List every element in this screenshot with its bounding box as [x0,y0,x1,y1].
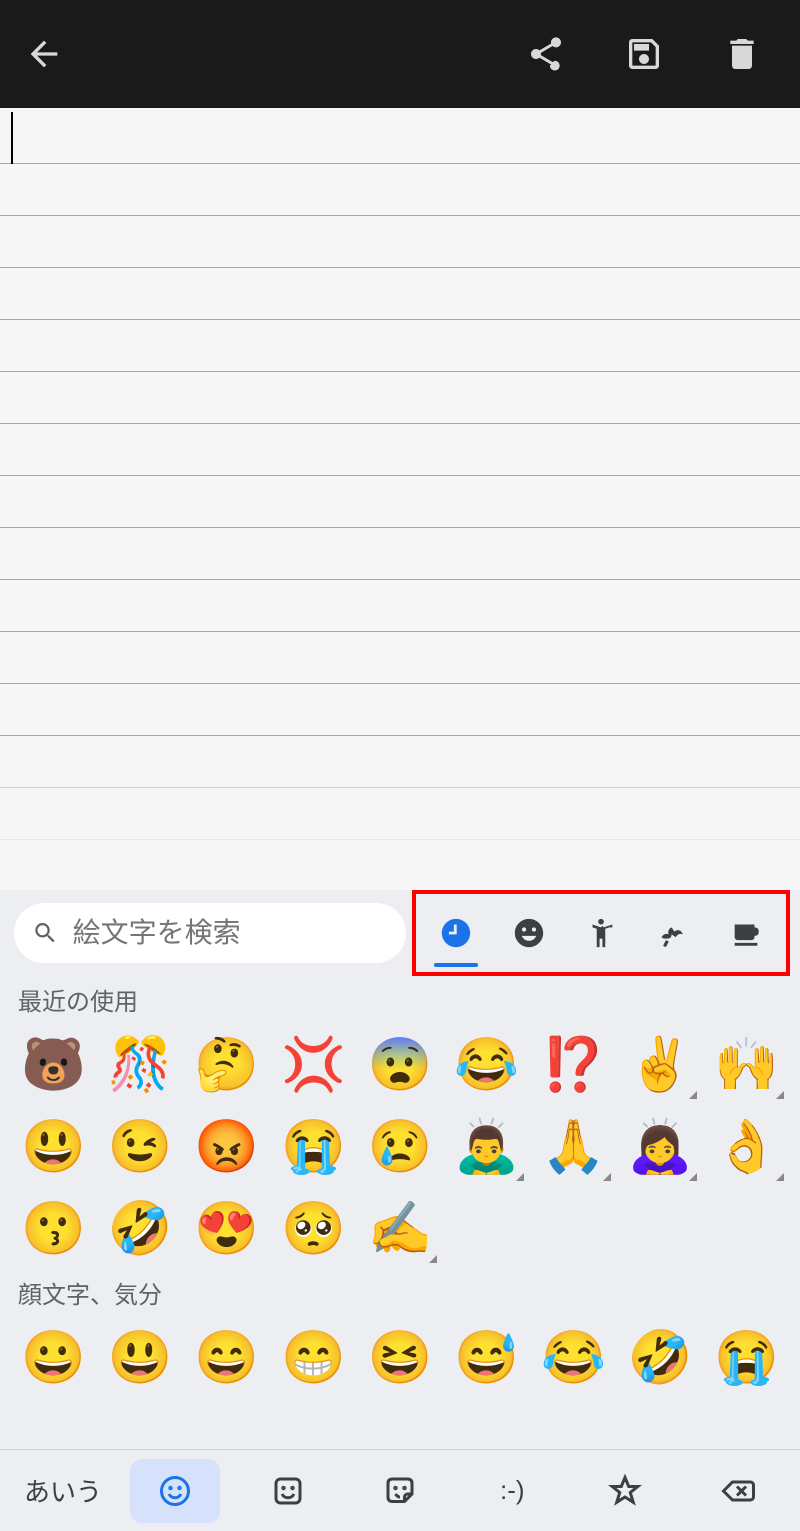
emoji-cell[interactable]: 😡 [183,1105,270,1187]
abc-mode-button[interactable]: あいう [18,1459,108,1523]
emoji-keyboard: 最近の使用 🐻🎊🤔💢😨😂⁉️✌️🙌😃😉😡😭😢🙇‍♂️🙏🙇‍♀️👌😗🤣😍🥺✍️ 顔… [0,890,800,1531]
emoji-cell[interactable]: 🙌 [703,1023,790,1105]
save-button[interactable] [620,30,668,78]
kaomoji-mode-button[interactable]: :-) [467,1459,557,1523]
gif-mode-button[interactable] [355,1459,445,1523]
back-button[interactable] [20,30,68,78]
clock-icon [439,916,473,950]
note-editor[interactable] [0,108,800,890]
emoji-cell[interactable]: 😂 [530,1316,617,1398]
emoji-cell[interactable]: 😀 [10,1316,97,1398]
emoji-cell[interactable]: 🐻 [10,1023,97,1105]
emoji-cell[interactable]: 😁 [270,1316,357,1398]
emoji-cell[interactable]: 😍 [183,1187,270,1269]
smileys-emoji-grid: 😀😃😄😁😆😅😂🤣😭 [0,1310,800,1398]
emoji-cell[interactable]: 😅 [443,1316,530,1398]
emoji-cell[interactable]: 🤔 [183,1023,270,1105]
recent-emoji-grid: 🐻🎊🤔💢😨😂⁉️✌️🙌 😃😉😡😭😢🙇‍♂️🙏🙇‍♀️👌 😗🤣😍🥺✍️ [0,1017,800,1269]
share-icon [526,34,566,74]
emoji-cell[interactable]: 🤣 [617,1316,704,1398]
category-tab-recent[interactable] [428,897,484,969]
gif-sticker-icon [382,1473,418,1509]
person-icon [584,916,618,950]
emoji-cell[interactable]: 😂 [443,1023,530,1105]
emoji-cell[interactable]: ✌️ [617,1023,704,1105]
food-icon [729,916,763,950]
emoji-cell[interactable]: 😃 [97,1316,184,1398]
emoji-cell[interactable]: 🙏 [530,1105,617,1187]
emoji-cell[interactable]: 🤣 [97,1187,184,1269]
recent-section-label: 最近の使用 [0,976,800,1017]
emoji-search-input[interactable] [73,917,388,949]
emoji-mode-button[interactable] [130,1459,220,1523]
save-icon [624,34,664,74]
emoji-cell[interactable]: 😉 [97,1105,184,1187]
emoji-cell[interactable]: 😄 [183,1316,270,1398]
delete-button[interactable] [718,30,766,78]
trash-icon [722,34,762,74]
search-icon [32,918,59,948]
emoji-cell[interactable]: ✍️ [357,1187,444,1269]
emoji-search-field[interactable] [14,903,406,963]
favorites-button[interactable] [580,1459,670,1523]
emoji-cell[interactable]: 🥺 [270,1187,357,1269]
sticker-mode-button[interactable] [243,1459,333,1523]
emoji-cell[interactable]: 😢 [357,1105,444,1187]
text-cursor [11,112,13,164]
emoji-cell[interactable]: 🙇‍♂️ [443,1105,530,1187]
emoji-cell[interactable]: 🎊 [97,1023,184,1105]
emoji-cell[interactable]: 😨 [357,1023,444,1105]
emoji-cell[interactable]: 👌 [703,1105,790,1187]
smileys-section-label: 顔文字、気分 [0,1269,800,1310]
emoji-cell[interactable]: 😃 [10,1105,97,1187]
emoji-cell[interactable]: 🙇‍♀️ [617,1105,704,1187]
smiley-outline-icon [157,1473,193,1509]
share-button[interactable] [522,30,570,78]
category-tabs-highlight [412,890,790,976]
emoji-cell[interactable]: 💢 [270,1023,357,1105]
arrow-left-icon [24,34,64,74]
emoji-cell[interactable]: 😗 [10,1187,97,1269]
category-tab-nature[interactable] [645,897,701,969]
category-tab-people[interactable] [573,897,629,969]
category-tab-food[interactable] [718,897,774,969]
category-tab-smileys[interactable] [501,897,557,969]
emoji-cell[interactable]: 😆 [357,1316,444,1398]
emoji-cell[interactable]: 😭 [703,1316,790,1398]
keyboard-bottom-row: あいう :-) [0,1449,800,1531]
emoji-cell[interactable]: 😭 [270,1105,357,1187]
backspace-icon [719,1473,755,1509]
smiley-icon [512,916,546,950]
app-topbar [0,0,800,108]
emoji-cell[interactable]: ⁉️ [530,1023,617,1105]
keyboard-top-row [0,890,800,976]
sticker-icon [270,1473,306,1509]
backspace-button[interactable] [692,1459,782,1523]
star-icon [607,1473,643,1509]
nature-icon [656,916,690,950]
